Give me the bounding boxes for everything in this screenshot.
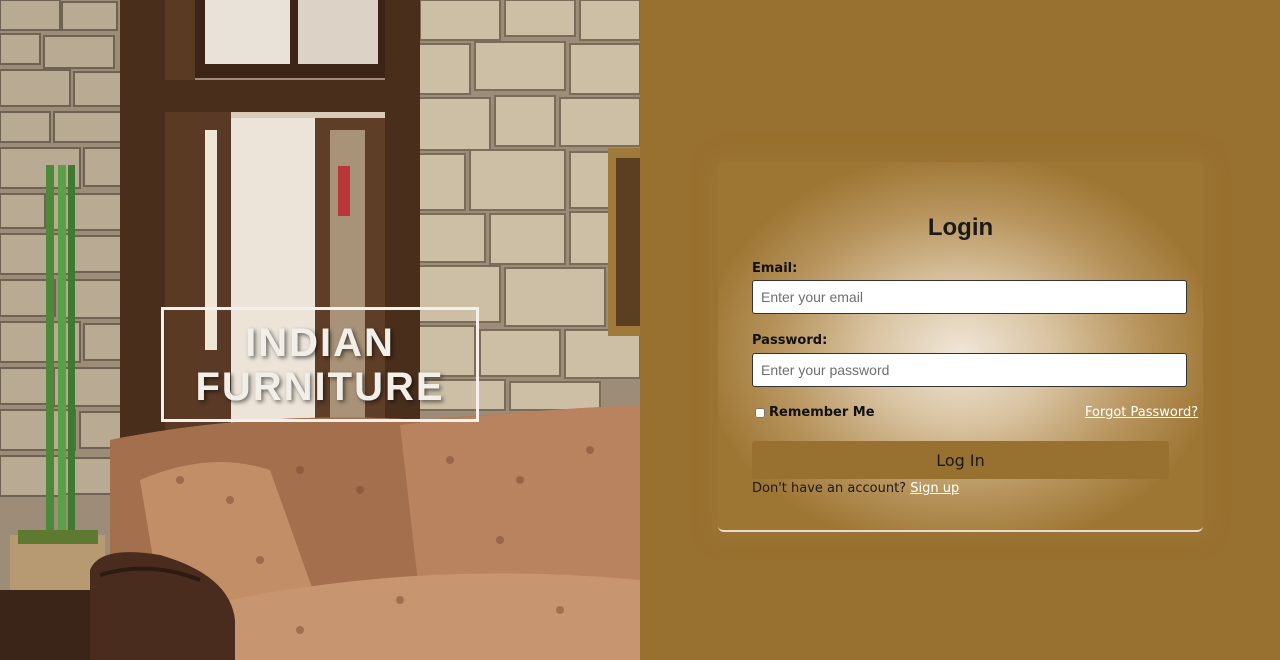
brand-line-2: FURNITURE <box>195 364 445 409</box>
signup-prompt: Don't have an account? <box>752 481 907 496</box>
forgot-password-link[interactable]: Forgot Password? <box>1085 405 1198 420</box>
email-field[interactable] <box>752 280 1187 314</box>
login-title: Login <box>927 214 994 241</box>
hero-photo: INDIAN FURNITURE <box>0 0 640 660</box>
remember-me-row: Remember Me <box>755 405 875 420</box>
password-field[interactable] <box>752 353 1187 387</box>
brand-line-1: INDIAN <box>245 320 395 365</box>
remember-me-label: Remember Me <box>769 405 875 420</box>
signup-row: Don't have an account? Sign up <box>752 481 959 496</box>
brand-logo-box: INDIAN FURNITURE <box>161 307 479 422</box>
sign-up-link[interactable]: Sign up <box>910 481 959 496</box>
remember-me-checkbox[interactable] <box>755 407 765 418</box>
email-label: Email: <box>752 261 798 276</box>
login-card: Login Email: Password: Remember Me Forgo… <box>718 162 1203 532</box>
password-label: Password: <box>752 333 828 348</box>
log-in-button[interactable]: Log In <box>752 441 1169 479</box>
